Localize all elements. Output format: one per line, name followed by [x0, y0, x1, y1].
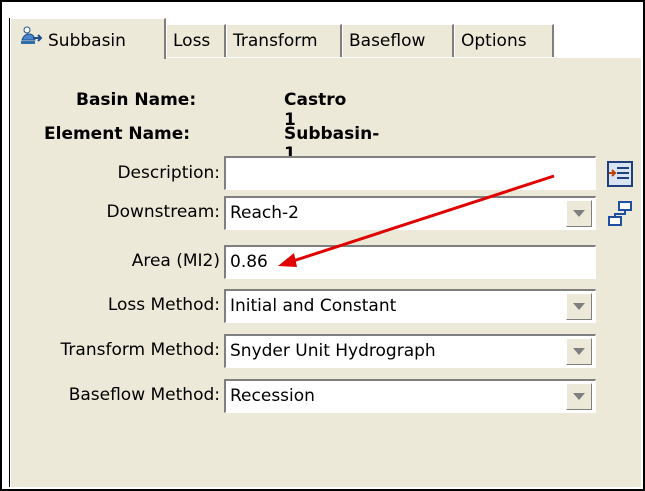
chevron-down-icon [573, 210, 585, 217]
tab-label-options: Options [461, 31, 527, 51]
loss-method-select[interactable]: Initial and Constant [224, 289, 596, 323]
transform-method-dropdown-button[interactable] [566, 338, 592, 365]
chevron-down-icon [573, 348, 585, 355]
baseflow-method-select[interactable]: Recession [224, 379, 596, 413]
description-label: Description: [117, 163, 220, 183]
area-label: Area (MI2) [131, 251, 220, 271]
tab-baseflow[interactable]: Baseflow [342, 24, 454, 58]
loss-method-value: Initial and Constant [230, 296, 397, 316]
loss-method-dropdown-button[interactable] [566, 293, 592, 320]
basin-name-row: Basin Name: Castro 1 [60, 90, 350, 130]
chevron-down-icon [573, 303, 585, 310]
transform-method-value: Snyder Unit Hydrograph [230, 341, 436, 361]
element-name-row: Element Name: Subbasin-1 [44, 124, 384, 164]
downstream-select-button[interactable] [605, 199, 635, 229]
downstream-select[interactable]: Reach-2 [224, 196, 596, 230]
baseflow-method-dropdown-button[interactable] [566, 383, 592, 410]
baseflow-method-label: Baseflow Method: [68, 385, 220, 405]
element-name-label: Element Name: [44, 124, 191, 144]
description-input[interactable] [224, 156, 596, 190]
tab-label-baseflow: Baseflow [349, 31, 426, 51]
basin-name-label: Basin Name: [76, 90, 197, 110]
description-editor-button[interactable] [605, 159, 635, 189]
area-input[interactable]: 0.86 [224, 245, 596, 279]
chevron-down-icon [573, 393, 585, 400]
downstream-select-icon [608, 201, 632, 226]
labels-column: Description: Downstream: Area (MI2) Loss… [10, 160, 220, 420]
tab-subbasin[interactable]: Subbasin [10, 18, 166, 59]
tab-label-transform: Transform [233, 31, 318, 51]
transform-method-select[interactable]: Snyder Unit Hydrograph [224, 334, 596, 368]
downstream-value: Reach-2 [230, 203, 299, 223]
downstream-dropdown-button[interactable] [566, 200, 592, 227]
tab-transform[interactable]: Transform [226, 24, 342, 58]
downstream-label: Downstream: [106, 202, 220, 222]
loss-method-label: Loss Method: [107, 295, 220, 315]
baseflow-method-value: Recession [230, 386, 315, 406]
area-value: 0.86 [230, 252, 268, 272]
tab-label-loss: Loss [173, 31, 211, 51]
description-editor-icon [607, 161, 633, 187]
transform-method-label: Transform Method: [60, 340, 220, 360]
tab-loss[interactable]: Loss [166, 24, 226, 58]
tab-label-subbasin: Subbasin [48, 31, 126, 51]
subbasin-icon [19, 19, 45, 63]
tab-options[interactable]: Options [454, 24, 554, 58]
